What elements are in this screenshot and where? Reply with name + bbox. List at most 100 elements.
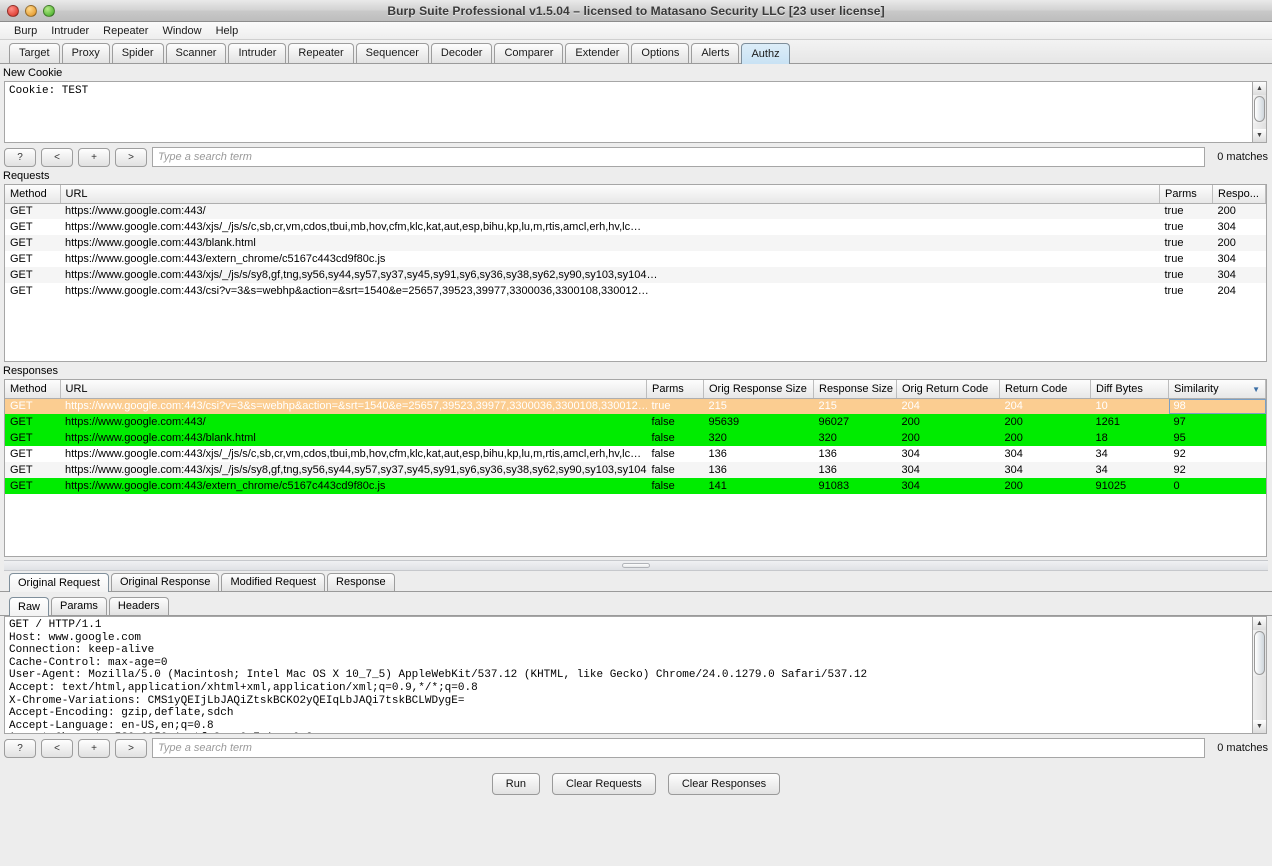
responses-col-orig-return-code[interactable]: Orig Return Code [896,380,1000,399]
responses-col-orig-response-size[interactable]: Orig Response Size [703,380,814,399]
tab-comparer[interactable]: Comparer [494,43,564,63]
cell-parms: false [646,462,704,478]
responses-header-row: Method URL Parms Orig Response Size Resp… [5,380,1266,399]
table-row[interactable]: GET https://www.google.com:443/extern_ch… [5,478,1266,494]
responses-col-response-size[interactable]: Response Size [813,380,897,399]
cell-parms: true [646,398,704,414]
cell-response: 304 [1212,251,1266,267]
tab-extender[interactable]: Extender [565,43,630,63]
tab-sequencer[interactable]: Sequencer [355,43,429,63]
requests-col-response[interactable]: Respo... [1212,185,1266,204]
cookie-add-button[interactable]: + [78,147,110,167]
tab-raw[interactable]: Raw [9,597,50,616]
tab-authz[interactable]: Authz [741,43,790,64]
menu-item-help[interactable]: Help [209,22,246,40]
scroll-up-icon[interactable]: ▲ [1253,82,1266,95]
menu-item-burp[interactable]: Burp [7,22,44,40]
raw-vertical-scrollbar[interactable]: ▲ ▼ [1252,616,1267,734]
table-row[interactable]: GET https://www.google.com:443/xjs/_/js/… [5,219,1266,235]
minimize-button[interactable] [25,5,37,17]
cell-diff: 91025 [1090,478,1169,494]
tab-intruder[interactable]: Intruder [228,43,287,63]
window-title: Burp Suite Professional v1.5.04 – licens… [387,3,885,18]
table-row[interactable]: GET https://www.google.com:443/blank.htm… [5,235,1266,251]
clear-requests-button[interactable]: Clear Requests [551,773,656,795]
tab-decoder[interactable]: Decoder [430,43,493,63]
menu-item-intruder[interactable]: Intruder [44,22,96,40]
cell-url: https://www.google.com:443/extern_chrome… [60,251,1160,267]
cookie-next-button[interactable]: > [115,147,147,167]
cookie-prev-button[interactable]: < [41,147,73,167]
cookie-help-button[interactable]: ? [4,147,36,167]
raw-add-button[interactable]: + [78,738,110,758]
tab-headers[interactable]: Headers [108,597,169,615]
table-row[interactable]: GET https://www.google.com:443/extern_ch… [5,251,1266,267]
tab-modified-request[interactable]: Modified Request [221,573,326,591]
raw-next-button[interactable]: > [115,738,147,758]
tab-proxy[interactable]: Proxy [61,43,110,63]
new-cookie-editor[interactable]: Cookie: TEST [4,81,1252,143]
scroll-up-icon[interactable]: ▲ [1253,617,1266,630]
table-row[interactable]: GET https://www.google.com:443/xjs/_/js/… [5,267,1266,283]
tab-params[interactable]: Params [51,597,107,615]
table-row[interactable]: GET https://www.google.com:443/xjs/_/js/… [5,446,1266,462]
tab-original-response[interactable]: Original Response [110,573,220,591]
close-button[interactable] [7,5,19,17]
panel-splitter[interactable] [4,560,1268,571]
table-row[interactable]: GET https://www.google.com:443/xjs/_/js/… [5,462,1266,478]
menu-item-window[interactable]: Window [155,22,208,40]
responses-col-diff-bytes[interactable]: Diff Bytes [1090,380,1169,399]
requests-col-parms[interactable]: Parms [1159,185,1213,204]
cell-diff: 1261 [1090,414,1169,430]
raw-prev-button[interactable]: < [41,738,73,758]
raw-help-button[interactable]: ? [4,738,36,758]
scroll-down-icon[interactable]: ▼ [1253,720,1266,733]
cell-method: GET [5,251,60,267]
tab-original-request[interactable]: Original Request [9,573,109,592]
responses-col-return-code[interactable]: Return Code [999,380,1091,399]
cell-response: 204 [1212,283,1266,299]
responses-col-parms[interactable]: Parms [646,380,704,399]
tab-response[interactable]: Response [327,573,395,591]
scrollbar-thumb[interactable] [1254,631,1265,675]
cell-url: https://www.google.com:443/extern_chrome… [60,478,647,494]
requests-table: Method URL Parms Respo... GET https://ww… [5,185,1266,299]
tab-spider[interactable]: Spider [111,43,164,63]
cell-parms: false [646,446,704,462]
cell-orig-code: 304 [896,446,1000,462]
cookie-search-input[interactable]: Type a search term [152,147,1206,167]
raw-search-input[interactable]: Type a search term [152,738,1206,758]
tab-options[interactable]: Options [631,43,690,63]
table-row[interactable]: GET https://www.google.com:443/ true 200 [5,203,1266,219]
table-row[interactable]: GET https://www.google.com:443/blank.htm… [5,430,1266,446]
cell-similarity: 95 [1168,430,1266,446]
splitter-grip[interactable] [622,563,650,568]
maximize-button[interactable] [43,5,55,17]
scrollbar-track[interactable] [1253,676,1266,720]
tab-scanner[interactable]: Scanner [165,43,227,63]
responses-col-method[interactable]: Method [5,380,61,399]
menu-item-repeater[interactable]: Repeater [96,22,155,40]
table-row[interactable]: GET https://www.google.com:443/csi?v=3&s… [5,398,1266,414]
cell-code: 200 [999,430,1091,446]
table-row[interactable]: GET https://www.google.com:443/ false 95… [5,414,1266,430]
raw-request-viewer[interactable]: GET / HTTP/1.1 Host: www.google.com Conn… [4,616,1252,734]
tab-repeater[interactable]: Repeater [288,43,354,63]
scroll-down-icon[interactable]: ▼ [1253,129,1266,142]
table-row[interactable]: GET https://www.google.com:443/csi?v=3&s… [5,283,1266,299]
responses-col-url[interactable]: URL [60,380,647,399]
requests-col-method[interactable]: Method [5,185,61,204]
cell-response: 200 [1212,235,1266,251]
window-controls[interactable] [7,5,55,17]
clear-responses-button[interactable]: Clear Responses [667,773,781,795]
tab-alerts[interactable]: Alerts [691,43,740,63]
cookie-vertical-scrollbar[interactable]: ▲ ▼ [1252,81,1267,143]
responses-col-similarity[interactable]: Similarity ▼ [1168,380,1266,399]
cell-method: GET [5,267,60,283]
scrollbar-thumb[interactable] [1254,96,1265,122]
requests-col-url[interactable]: URL [60,185,1160,204]
run-button[interactable]: Run [491,773,540,795]
tab-target[interactable]: Target [9,43,60,63]
cell-url: https://www.google.com:443/ [60,414,647,430]
menu-bar: Burp Intruder Repeater Window Help [0,22,1272,40]
